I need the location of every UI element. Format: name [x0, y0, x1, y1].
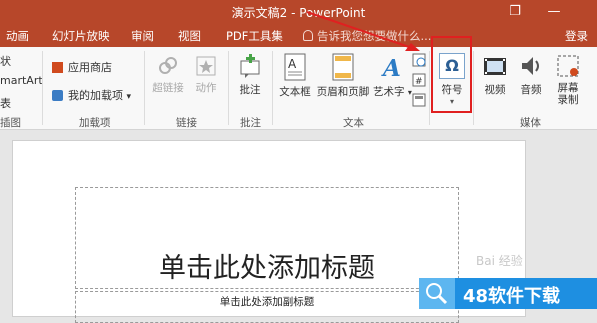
- screen-recording-label: 屏幕 录制: [557, 82, 579, 106]
- action-label: 动作: [195, 82, 217, 94]
- screen-recording-button[interactable]: 屏幕 录制: [550, 53, 586, 106]
- store-button[interactable]: 应用商店: [52, 59, 112, 75]
- ribbon-insert: 状 martArt 表 插图 应用商店 我的加载项 ▾ 加载项 超链接 动作 链…: [0, 47, 597, 130]
- tab-animations[interactable]: 动画: [6, 28, 29, 44]
- site-badge-text: 48软件下载: [463, 286, 561, 307]
- speaker-icon: [522, 57, 539, 75]
- audio-button[interactable]: 音频: [514, 53, 548, 97]
- wordart-button[interactable]: A 艺术字 ▾: [373, 53, 412, 99]
- group-label-media: 媒体: [520, 117, 541, 129]
- magnifier-icon: [419, 278, 455, 309]
- title-placeholder[interactable]: 单击此处添加标题: [75, 187, 459, 289]
- chevron-down-icon: ▾: [126, 92, 132, 102]
- tell-me-box[interactable]: 告诉我您想要做什么...: [303, 28, 431, 44]
- wordart-icon: A: [381, 55, 401, 81]
- divider: [228, 51, 229, 125]
- screen-record-icon: [557, 55, 579, 77]
- hyperlink-button[interactable]: 超链接: [150, 55, 186, 95]
- site-badge: 48软件下载: [419, 278, 597, 309]
- video-button[interactable]: 视频: [478, 53, 512, 97]
- lightbulb-icon: [303, 30, 313, 41]
- comment-button[interactable]: 批注: [234, 53, 266, 97]
- svg-text:#: #: [415, 77, 423, 87]
- header-footer-button[interactable]: 页眉和页脚: [316, 53, 370, 99]
- group-label-comments: 批注: [240, 117, 261, 129]
- baidu-watermark: Bai 经验: [476, 254, 523, 268]
- svg-text:A: A: [381, 55, 401, 81]
- title-placeholder-text: 单击此处添加标题: [159, 253, 375, 284]
- comment-icon: [240, 54, 260, 78]
- slide-number-icon[interactable]: #: [412, 73, 426, 87]
- restore-icon[interactable]: ❐: [497, 0, 533, 25]
- star-icon: [196, 56, 216, 76]
- subtitle-placeholder-text: 单击此处添加副标题: [219, 296, 315, 308]
- video-icon: [484, 58, 506, 75]
- addins-icon: [52, 90, 63, 101]
- title-bar: 演示文稿2 - PowerPoint ❐ —: [0, 0, 597, 25]
- group-label-text: 文本: [343, 117, 364, 129]
- divider: [144, 51, 145, 125]
- textbox-button[interactable]: A 文本框: [277, 53, 313, 99]
- textbox-icon: A: [284, 53, 306, 81]
- subtitle-placeholder[interactable]: 单击此处添加副标题: [75, 291, 459, 323]
- group-label-illustrations: 插图: [0, 117, 21, 129]
- ribbon-tabs: 动画 幻灯片放映 审阅 视图 PDF工具集 告诉我您想要做什么... 登录: [0, 25, 597, 47]
- textbox-label: 文本框: [279, 86, 311, 98]
- smartart-partial[interactable]: martArt: [0, 74, 43, 87]
- tab-pdf-tools[interactable]: PDF工具集: [226, 28, 283, 44]
- divider: [42, 51, 43, 125]
- divider: [429, 51, 430, 125]
- store-label: 应用商店: [68, 61, 112, 74]
- audio-label: 音频: [520, 84, 542, 96]
- divider: [272, 51, 273, 125]
- login-button[interactable]: 登录: [565, 28, 588, 44]
- shapes-partial[interactable]: 状: [0, 53, 11, 69]
- header-footer-label: 页眉和页脚: [316, 86, 370, 98]
- date-time-icon[interactable]: [412, 53, 426, 67]
- hyperlink-label: 超链接: [152, 82, 184, 94]
- header-footer-icon: [332, 53, 354, 81]
- object-icon[interactable]: [412, 93, 426, 107]
- svg-text:A: A: [288, 57, 297, 71]
- chart-partial[interactable]: 表: [0, 95, 11, 111]
- video-label: 视频: [484, 84, 506, 96]
- tab-slideshow[interactable]: 幻灯片放映: [52, 28, 110, 44]
- link-icon: [159, 57, 177, 74]
- comment-label: 批注: [239, 84, 261, 96]
- divider: [473, 51, 474, 125]
- minimize-icon[interactable]: —: [536, 0, 572, 25]
- my-addins-label: 我的加载项: [68, 89, 123, 102]
- tab-view[interactable]: 视图: [178, 28, 201, 44]
- my-addins-button[interactable]: 我的加载项 ▾: [52, 87, 131, 103]
- group-label-addins: 加载项: [79, 117, 111, 129]
- highlight-box: [431, 36, 472, 113]
- tab-review[interactable]: 审阅: [131, 28, 154, 44]
- wordart-label: 艺术字 ▾: [373, 86, 412, 98]
- action-button[interactable]: 动作: [192, 55, 220, 95]
- tell-me-text: 告诉我您想要做什么...: [317, 29, 432, 43]
- group-label-links: 链接: [176, 117, 197, 129]
- store-icon: [52, 62, 63, 73]
